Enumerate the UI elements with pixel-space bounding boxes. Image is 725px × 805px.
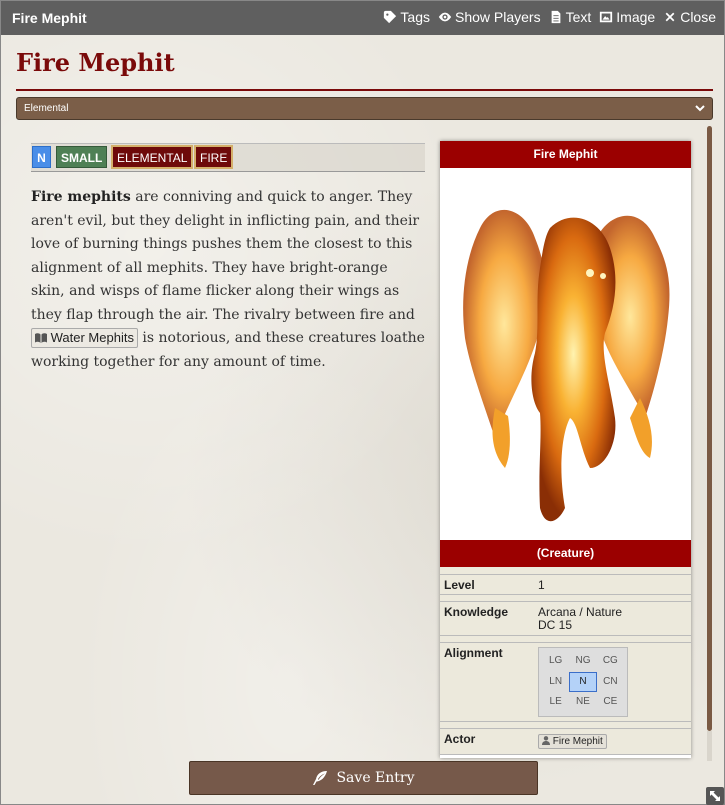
actor-link-label: Fire Mephit	[552, 736, 603, 747]
level-value: 1	[538, 578, 545, 592]
show-players-button[interactable]: Show Players	[438, 9, 541, 25]
knowledge-label: Knowledge	[444, 605, 509, 619]
user-icon	[542, 736, 550, 745]
text-button[interactable]: Text	[549, 9, 592, 25]
tags-button[interactable]: Tags	[383, 9, 430, 25]
trait-tag-fire: FIRE	[194, 145, 234, 169]
level-row: Level 1	[440, 575, 691, 595]
category-select[interactable]: Elemental	[16, 97, 713, 120]
resize-handle[interactable]	[706, 787, 724, 805]
knowledge-skills: Arcana / Nature	[538, 605, 623, 619]
infobox-title: Fire Mephit	[440, 141, 691, 168]
close-button[interactable]: Close	[663, 9, 716, 25]
feather-icon	[313, 771, 328, 785]
tags-label: Tags	[400, 9, 430, 25]
knowledge-dc: DC 15	[538, 618, 573, 632]
alignment-cell: LE	[549, 696, 562, 708]
resize-icon	[710, 791, 720, 801]
tag-icon	[384, 10, 397, 24]
creature-infobox: Fire Mephit (Creature) Level 1 Knowledge…	[440, 141, 691, 758]
close-label: Close	[680, 9, 716, 25]
alignment-cell: NE	[576, 696, 590, 708]
window-title: Fire Mephit	[12, 10, 87, 26]
infobox-spacer	[440, 722, 691, 729]
infobox-spacer	[440, 567, 691, 575]
actor-row: Actor Fire Mephit	[440, 729, 691, 755]
alignment-cell: NG	[575, 655, 591, 666]
window-actions: Tags Show Players Text Image Close	[383, 9, 716, 25]
description-text: Fire mephits are conniving and quick to …	[31, 186, 425, 374]
show-players-label: Show Players	[455, 9, 541, 25]
infobox-subtitle: (Creature)	[440, 540, 691, 567]
alignment-grid: LG NG CG LN N CN LE NE CE	[538, 647, 628, 717]
image-icon	[600, 11, 613, 23]
journal-window: Fire Mephit Tags Show Players Text Image…	[0, 0, 725, 805]
category-select-value: Elemental	[24, 103, 69, 114]
infobox-spacer	[440, 636, 691, 643]
water-mephits-link-label: Water Mephits	[50, 330, 134, 345]
alignment-label: Alignment	[444, 646, 503, 660]
alignment-row: Alignment LG NG CG LN N CN LE NE CE	[440, 643, 691, 722]
actor-value: Fire Mephit	[538, 734, 607, 749]
fire-mephit-image	[463, 209, 670, 522]
size-tag: SMALL	[56, 146, 108, 168]
alignment-cell-selected: N	[569, 671, 597, 693]
description-bold: Fire mephits	[31, 189, 131, 205]
actor-label: Actor	[444, 732, 476, 746]
creature-portrait	[440, 168, 691, 540]
book-icon	[35, 333, 47, 343]
save-entry-label: Save Entry	[336, 770, 415, 786]
trait-tags: N SMALL ELEMENTAL FIRE	[31, 143, 425, 172]
chevron-down-icon	[695, 105, 705, 112]
close-icon	[665, 12, 675, 22]
save-entry-button[interactable]: Save Entry	[189, 761, 538, 795]
knowledge-row: Knowledge Arcana / Nature DC 15	[440, 602, 691, 636]
alignment-cell: CE	[603, 696, 618, 708]
description-part-1: are conniving and quick to anger. They a…	[31, 189, 420, 323]
infobox-spacer	[440, 595, 691, 602]
page-title: Fire Mephit	[16, 48, 175, 77]
alignment-cell: CG	[602, 655, 618, 666]
image-label: Image	[616, 9, 656, 25]
alignment-cell: CN	[603, 675, 618, 687]
alignment-cell: LG	[548, 655, 563, 666]
trait-tag-elemental: ELEMENTAL	[111, 145, 194, 169]
scrollbar-thumb[interactable]	[707, 126, 712, 731]
alignment-tag: N	[32, 146, 51, 168]
scrollbar-track[interactable]	[707, 731, 712, 761]
actor-link[interactable]: Fire Mephit	[538, 734, 607, 749]
knowledge-value: Arcana / Nature DC 15	[538, 606, 622, 632]
window-titlebar[interactable]: Fire Mephit Tags Show Players Text Image…	[1, 1, 724, 35]
eye-icon	[438, 12, 452, 22]
title-divider	[16, 89, 713, 91]
level-label: Level	[444, 578, 475, 592]
image-button[interactable]: Image	[599, 9, 655, 25]
alignment-cell: LN	[549, 675, 563, 687]
text-label: Text	[565, 9, 592, 25]
water-mephits-link[interactable]: Water Mephits	[31, 328, 138, 348]
file-text-icon	[551, 10, 560, 24]
